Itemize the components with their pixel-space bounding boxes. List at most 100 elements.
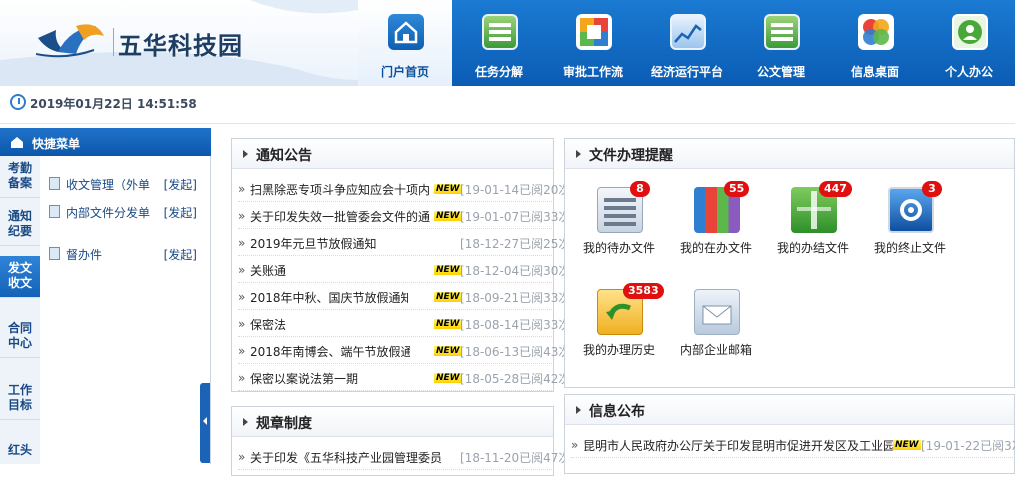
nav-desktop-label: 信息桌面 (850, 65, 899, 79)
sidebar-header: 快捷菜单 (0, 128, 211, 156)
terminated-count-badge: 3 (922, 181, 942, 197)
list-item[interactable]: » 保密以案说法第一期 NEW [18-05-28已阅42次] (238, 364, 575, 391)
sidebar-tab-redhead[interactable]: 红头 (0, 438, 40, 480)
item-title: 关于印发失效一批管委会文件的通 (250, 210, 431, 224)
bullet-icon: » (238, 344, 246, 358)
completed-count-badge: 447 (819, 181, 852, 197)
list-item[interactable]: » 2019年元旦节放假通知 [18-12-27已阅25次] (238, 229, 575, 256)
sidebar-tab-attendance[interactable]: 考勤 备案 (0, 156, 40, 198)
in-progress-files-item[interactable]: 55 我的在办文件 (672, 181, 760, 269)
file-reminder-title: 文件办理提醒 (589, 148, 673, 164)
item-title: 2018年中秋、国庆节放假通知 (250, 291, 408, 305)
header: 五华科技园 门户首页 任务分解 审批工作流 经济运行平台 公文管理 信息桌面 个… (0, 0, 1015, 86)
document-icon (764, 14, 800, 50)
item-meta: [19-01-14已阅20次] (460, 183, 576, 197)
item-meta: [18-08-14已阅33次] (460, 318, 576, 332)
current-datetime: 2019年01月22日 14:51:58 (30, 97, 197, 111)
list-item[interactable]: » 2018年中秋、国庆节放假通知 NEW [18-09-21已阅33次] (238, 283, 575, 310)
sidebar-title: 快捷菜单 (32, 137, 81, 151)
nav-workflow[interactable]: 审批工作流 (546, 0, 640, 86)
bullet-icon: » (238, 263, 246, 277)
bullet-icon: » (238, 290, 246, 304)
nav-economy[interactable]: 经济运行平台 (640, 0, 734, 86)
sidebar-tab-goals[interactable]: 工作 目标 (0, 378, 40, 420)
new-badge: NEW (434, 319, 462, 329)
info-header: 信息公布 (565, 395, 1014, 425)
nav-document-label: 公文管理 (756, 65, 805, 79)
nav-personal[interactable]: 个人办公 (922, 0, 1015, 86)
chart-icon (670, 14, 706, 50)
menu-item-label[interactable]: 督办件 (66, 246, 102, 263)
arrow-right-icon (576, 406, 581, 414)
rules-title: 规章制度 (256, 416, 312, 432)
in-progress-count-badge: 55 (724, 181, 750, 197)
item-title: 保密以案说法第一期 (250, 372, 359, 386)
menu-item-label[interactable]: 收文管理（外单 (66, 176, 150, 193)
mailbox-item[interactable]: 内部企业邮箱 (672, 285, 760, 371)
sidebar-tab-notice[interactable]: 通知 纪要 (0, 204, 40, 246)
nav-document[interactable]: 公文管理 (734, 0, 828, 86)
brand-name: 五华科技园 (118, 32, 243, 60)
nav-desktop[interactable]: 信息桌面 (828, 0, 922, 86)
bullet-icon: » (238, 182, 246, 196)
list-item[interactable]: » 保密法 NEW [18-08-14已阅33次] (238, 310, 575, 337)
item-meta: [18-12-27已阅25次] (460, 237, 576, 251)
list-item[interactable]: » 关于印发失效一批管委会文件的通 NEW [19-01-07已阅33次] (238, 202, 575, 229)
sidebar-tab-dispatch[interactable]: 发文 收文 (0, 256, 40, 298)
new-badge: NEW (434, 346, 462, 356)
file-reminder-header: 文件办理提醒 (565, 139, 1014, 169)
new-badge: NEW (434, 292, 462, 302)
start-link[interactable]: [发起] (164, 176, 197, 193)
item-meta: [18-05-28已阅42次] (460, 372, 576, 386)
bullet-icon: » (571, 438, 579, 452)
list-item[interactable]: » 关于印发《五华科技产业园管理委员 [18-11-20已阅47次] (238, 443, 575, 470)
nav-home[interactable]: 门户首页 (358, 0, 452, 86)
pending-files-item[interactable]: 8 我的待办文件 (575, 181, 663, 269)
start-link[interactable]: [发起] (164, 204, 197, 221)
item-title: 关账通知 (250, 264, 286, 278)
notices-title: 通知公告 (256, 148, 312, 164)
item-title: 2019年元旦节放假通知 (250, 237, 377, 251)
menu-item-label[interactable]: 内部文件分发单 (66, 204, 150, 221)
new-badge: NEW (893, 440, 921, 450)
info-title: 信息公布 (589, 404, 645, 420)
mailbox-label: 内部企业邮箱 (679, 343, 752, 357)
document-icon (49, 177, 60, 190)
home-icon (388, 14, 424, 50)
sidebar-collapse-handle[interactable] (200, 383, 210, 463)
new-badge: NEW (434, 373, 462, 383)
document-icon (49, 205, 60, 218)
logo-icon (36, 24, 104, 58)
item-meta: [19-01-07已阅33次] (460, 210, 576, 224)
item-meta: [18-12-04已阅30次] (460, 264, 576, 278)
bullet-icon: » (238, 317, 246, 331)
sidebar-tab-contract[interactable]: 合同 中心 (0, 316, 40, 358)
start-link[interactable]: [发起] (164, 246, 197, 263)
list-item[interactable]: » 昆明市人民政府办公厅关于印发昆明市促进开发区及工业园 NEW [19-01-22已… (571, 431, 1015, 458)
workflow-icon (576, 14, 612, 50)
arrow-right-icon (243, 150, 248, 158)
nav-home-label: 门户首页 (380, 65, 429, 79)
terminated-files-item[interactable]: 3 我的终止文件 (866, 181, 954, 269)
list-item[interactable]: » 关账通知 NEW[18-12-04已阅30次] (238, 256, 575, 283)
new-badge: NEW (434, 211, 462, 221)
history-label: 我的办理历史 (582, 343, 655, 357)
main-nav: 门户首页 任务分解 审批工作流 经济运行平台 公文管理 信息桌面 个人办公 (358, 0, 1015, 86)
pending-files-label: 我的待办文件 (582, 241, 655, 255)
nav-economy-label: 经济运行平台 (650, 65, 723, 79)
notices-header: 通知公告 (232, 139, 553, 169)
list-item[interactable]: » 扫黑除恶专项斗争应知应会十项内 NEW [19-01-14已阅20次] (238, 175, 575, 202)
rules-panel: 规章制度 » 关于印发《五华科技产业园管理委员 [18-11-20已阅47次] (231, 406, 575, 476)
list-item[interactable]: » 2018年南博会、端午节放假通知 NEW [18-06-13已阅43次] (238, 337, 575, 364)
item-title: 昆明市人民政府办公厅关于印发昆明市促进开发区及工业园 (583, 439, 893, 453)
in-progress-files-label: 我的在办文件 (679, 241, 752, 255)
history-item[interactable]: 3583 我的办理历史 (575, 283, 664, 371)
info-panel: 信息公布 » 昆明市人民政府办公厅关于印发昆明市促进开发区及工业园 NEW [19-0… (564, 394, 1015, 474)
arrow-right-icon (243, 418, 248, 426)
sidebar-tabs: 考勤 备案 通知 纪要 发文 收文 合同 中心 工作 目标 红头 (0, 156, 40, 464)
completed-files-item[interactable]: 447 我的办结文件 (769, 181, 857, 269)
nav-task[interactable]: 任务分解 (452, 0, 546, 86)
nav-personal-label: 个人办公 (944, 65, 993, 79)
nav-workflow-label: 审批工作流 (562, 65, 623, 79)
person-icon (952, 14, 988, 50)
